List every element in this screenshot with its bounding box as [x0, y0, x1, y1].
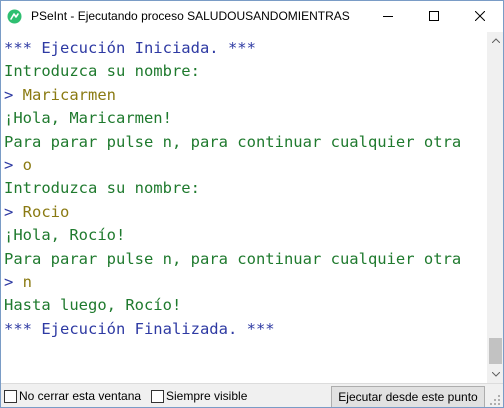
chevron-up-icon: [491, 38, 500, 43]
console-output-line: Hasta luego, Rocío!: [4, 296, 182, 315]
vertical-scrollbar[interactable]: [487, 32, 503, 383]
input-prompt: >: [4, 202, 23, 221]
console-output[interactable]: *** Ejecución Iniciada. *** Introduzca su…: [1, 32, 485, 383]
console-output-line: ¡Hola, Rocío!: [4, 226, 126, 245]
maximize-button[interactable]: [411, 1, 457, 31]
title-bar[interactable]: PSeInt - Ejecutando proceso SALUDOUSANDO…: [1, 1, 503, 31]
user-input-text: Maricarmen: [22, 85, 116, 104]
user-input-text: Rocio: [22, 202, 70, 221]
always-visible-label[interactable]: Siempre visible: [166, 389, 247, 403]
chevron-down-icon: [491, 372, 500, 377]
maximize-icon: [429, 11, 439, 21]
console-output-line: Introduzca su nombre:: [4, 179, 200, 198]
keep-open-label[interactable]: No cerrar esta ventana: [19, 389, 141, 403]
minimize-icon: [383, 16, 393, 17]
console-output-line: Para parar pulse n, para continuar cualq…: [4, 132, 462, 151]
input-prompt: >: [4, 273, 23, 291]
pseint-logo-icon: [7, 9, 22, 24]
bottom-toolbar: No cerrar esta ventana Siempre visible E…: [1, 383, 503, 407]
scroll-up-button[interactable]: [487, 32, 503, 49]
minimize-button[interactable]: [365, 1, 411, 31]
console-status-line: *** Ejecución Finalizada. ***: [4, 319, 275, 338]
close-button[interactable]: [457, 1, 503, 31]
scrollbar-thumb[interactable]: [489, 338, 502, 364]
resize-grip-icon[interactable]: [489, 394, 501, 406]
always-visible-checkbox[interactable]: [151, 390, 164, 403]
user-input-text: n: [22, 273, 33, 291]
console-output-line: Para parar pulse n, para continuar cualq…: [4, 249, 462, 268]
run-from-here-button[interactable]: Ejecutar desde este punto: [331, 386, 485, 407]
console-input-line: > o: [4, 155, 32, 175]
console-status-line: *** Ejecución Iniciada. ***: [4, 39, 256, 57]
scroll-down-button[interactable]: [487, 366, 503, 383]
user-input-text: o: [22, 156, 33, 174]
close-icon: [475, 11, 485, 21]
console-input-line: > Rocio: [4, 202, 69, 222]
console-input-line: > Maricarmen: [4, 85, 116, 105]
input-prompt: >: [4, 156, 23, 174]
input-prompt: >: [4, 85, 23, 104]
pseint-run-window: PSeInt - Ejecutando proceso SALUDOUSANDO…: [0, 0, 504, 408]
console-output-line: ¡Hola, Maricarmen!: [4, 109, 172, 128]
window-title: PSeInt - Ejecutando proceso SALUDOUSANDO…: [31, 9, 350, 23]
keep-open-checkbox[interactable]: [4, 390, 17, 403]
console-input-line: > n: [4, 272, 32, 292]
console-output-line: Introduzca su nombre:: [4, 62, 200, 81]
